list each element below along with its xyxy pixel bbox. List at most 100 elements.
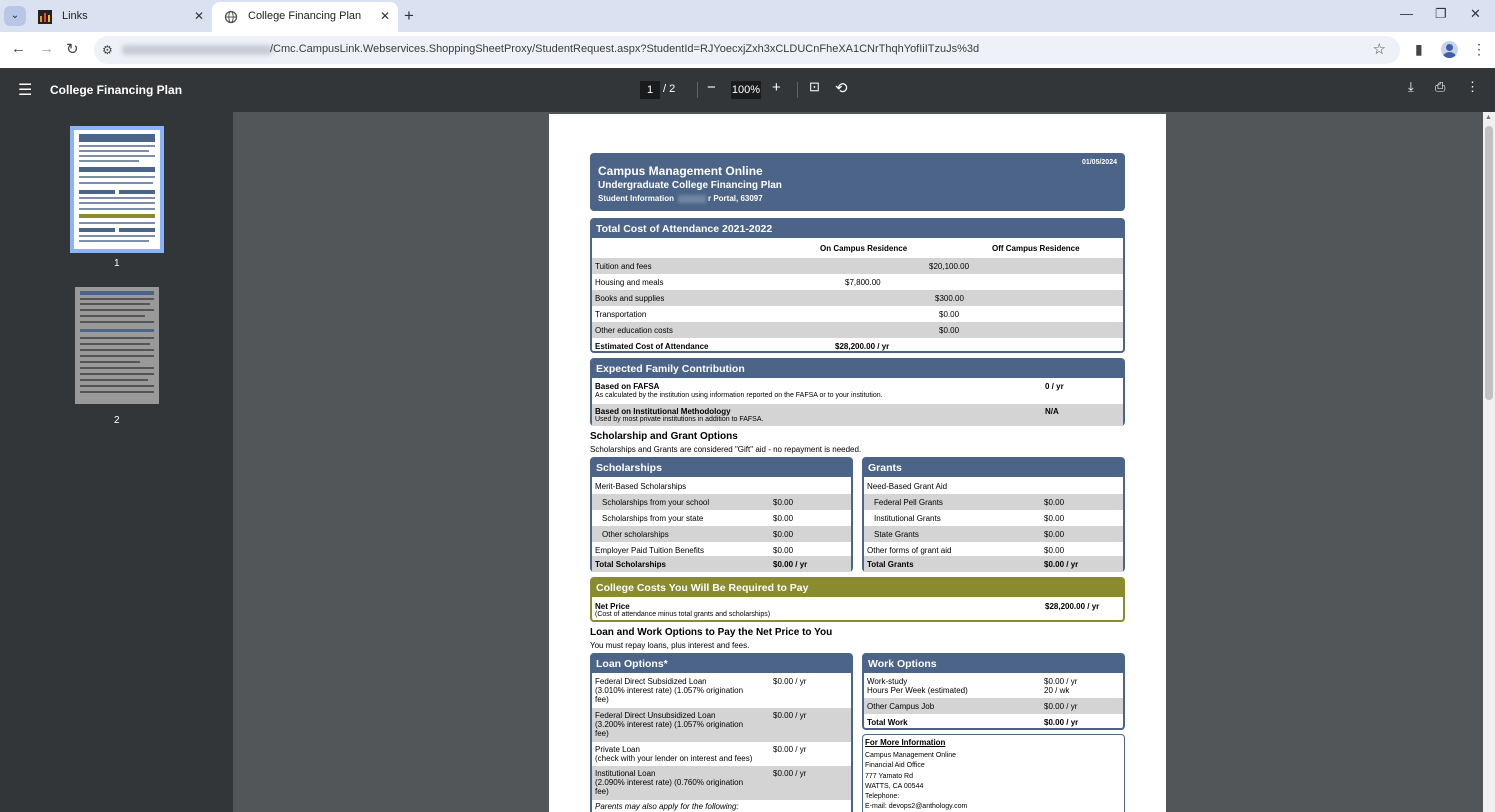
page-thumbnail-1[interactable]	[70, 126, 164, 253]
table-row: Institutional Grants $0.00	[874, 514, 1065, 523]
parents-note: Parents may also apply for the following…	[595, 802, 739, 811]
tab-label: Links	[62, 10, 88, 22]
zoom-input[interactable]: 100%	[731, 81, 761, 99]
table-row: Work-study $0.00 / yr Hours Per Week (est…	[867, 677, 1078, 695]
loan-options-section: Loan Options* Federal Direct Subsidized …	[590, 653, 853, 812]
table-row: Based on FAFSA As calculated by the inst…	[595, 382, 1064, 399]
profile-avatar-icon[interactable]	[1441, 41, 1458, 58]
section-subheading: Scholarships and Grants are considered "…	[590, 445, 862, 454]
table-row: Scholarships from your state $0.00	[602, 514, 794, 523]
bookmark-star-icon[interactable]: ☆	[1373, 40, 1386, 58]
table-row: Tuition and fees $20,100.00	[592, 258, 1123, 274]
section-title: College Costs You Will Be Required to Pa…	[592, 579, 1123, 597]
net-price-label: Net Price	[595, 602, 630, 611]
work-options-section: Work Options Work-study $0.00 / yr Hours …	[862, 653, 1125, 730]
page-total: / 2	[663, 83, 676, 95]
cost-of-attendance-section: Total Cost of Attendance 2021-2022 On Ca…	[590, 218, 1125, 353]
reload-icon[interactable]: ↻	[66, 40, 79, 58]
rotate-icon[interactable]: ⟲	[835, 79, 848, 97]
divider	[697, 82, 698, 98]
fit-page-icon[interactable]: ⊡	[809, 79, 820, 95]
tab-college-financing-plan[interactable]: College Financing Plan ✕	[212, 2, 398, 32]
thumbnail-label: 2	[114, 415, 120, 426]
student-info-prefix: Student Information	[598, 194, 674, 203]
column-header: On Campus Residence	[820, 244, 908, 253]
section-title: Total Cost of Attendance 2021-2022	[592, 220, 1123, 238]
zoom-out-icon[interactable]: −	[707, 79, 716, 96]
divider	[797, 82, 798, 98]
pdf-toolbar: ☰ College Financing Plan 1 / 2 − 100% + …	[0, 68, 1495, 112]
grants-section: Grants Need-Based Grant Aid Federal Pell…	[862, 457, 1125, 572]
more-options-icon[interactable]: ⋮	[1466, 79, 1479, 95]
loan-row: Private Loan (check with your lender on i…	[595, 745, 807, 763]
table-row: Need-Based Grant Aid	[867, 482, 948, 491]
tab-label: College Financing Plan	[248, 10, 362, 22]
table-row: Transportation $0.00	[595, 310, 960, 319]
efc-section: Expected Family Contribution Based on FA…	[590, 358, 1125, 426]
total-row: Total Grants $0.00 / yr	[864, 556, 1123, 572]
restore-icon[interactable]: ❐	[1435, 6, 1447, 22]
tab-links[interactable]: Links ✕	[26, 2, 212, 32]
section-subheading: You must repay loans, plus interest and …	[590, 641, 750, 650]
net-price-value: $28,200.00 / yr	[1045, 602, 1100, 611]
plan-title: Undergraduate College Financing Plan	[598, 180, 782, 191]
scrollbar[interactable]: ▲	[1483, 112, 1495, 812]
pdf-page-1: 01/05/2024 Campus Management Online Unde…	[549, 114, 1166, 812]
page-thumbnail-2[interactable]	[75, 287, 159, 404]
minimize-icon[interactable]: —	[1400, 6, 1413, 21]
pdf-title: College Financing Plan	[50, 83, 183, 97]
zoom-in-icon[interactable]: +	[772, 79, 781, 96]
section-title: Scholarships	[592, 459, 851, 477]
browser-toolbar: ← → ↻ ⚙ /Cmc.CampusLink.Webservices.Shop…	[0, 32, 1495, 68]
table-row: Other scholarships $0.00	[592, 526, 851, 542]
net-price-section: College Costs You Will Be Required to Pa…	[590, 577, 1125, 622]
download-icon[interactable]: ⤓	[1408, 79, 1414, 95]
close-tab-icon[interactable]: ✕	[194, 2, 204, 30]
total-row: Total Scholarships $0.00 / yr	[592, 556, 851, 572]
section-title: Work Options	[864, 655, 1123, 673]
student-info-suffix: r Portal, 63097	[708, 194, 763, 203]
section-heading: Loan and Work Options to Pay the Net Pri…	[590, 627, 833, 638]
browser-menu-icon[interactable]: ⋮	[1472, 41, 1486, 58]
section-title: Expected Family Contribution	[592, 360, 1123, 378]
loan-row: Federal Direct Subsidized Loan (3.010% in…	[595, 677, 807, 704]
site-info-icon[interactable]: ⚙	[102, 43, 113, 57]
hamburger-menu-icon[interactable]: ☰	[18, 80, 32, 100]
close-window-icon[interactable]: ✕	[1470, 6, 1481, 22]
table-row: Housing and meals $7,800.00	[595, 278, 881, 287]
section-heading: Scholarship and Grant Options	[590, 431, 738, 442]
more-info-section: For More Information Campus Management O…	[862, 734, 1125, 812]
table-row: Based on Institutional Methodology Used …	[592, 404, 1123, 426]
table-row: Federal Pell Grants $0.00	[864, 494, 1123, 510]
loan-row: Federal Direct Unsubsidized Loan (3.200% …	[592, 708, 851, 742]
globe-icon	[224, 10, 238, 24]
section-title: Loan Options*	[592, 655, 851, 673]
table-row: Scholarships from your school $0.00	[592, 494, 851, 510]
table-row: Books and supplies $300.00	[592, 290, 1123, 306]
close-tab-icon[interactable]: ✕	[380, 2, 390, 30]
table-row: Other Campus Job $0.00 / yr	[864, 698, 1123, 714]
table-row: Merit-Based Scholarships	[595, 482, 687, 491]
tab-strip: ⌄ Links ✕ College Financing Plan ✕ + — ❐…	[0, 0, 1495, 32]
forward-icon[interactable]: →	[39, 40, 54, 57]
side-panel-icon[interactable]: ▮	[1415, 41, 1423, 58]
table-row: Other education costs $0.00	[592, 322, 1123, 338]
chart-favicon-icon	[38, 10, 52, 24]
tab-search-button[interactable]: ⌄	[4, 6, 26, 26]
net-price-note: (Cost of attendance minus total grants a…	[595, 611, 771, 618]
loan-row: Institutional Loan (2.090% interest rate)…	[592, 766, 851, 800]
url-text: /Cmc.CampusLink.Webservices.ShoppingShee…	[270, 43, 980, 55]
new-tab-icon[interactable]: +	[404, 6, 414, 26]
school-name: Campus Management Online	[598, 164, 763, 178]
print-icon[interactable]: ⎙	[1435, 79, 1445, 95]
address-bar[interactable]: ⚙ /Cmc.CampusLink.Webservices.ShoppingSh…	[94, 36, 1400, 64]
scholarships-section: Scholarships Merit-Based Scholarships Sc…	[590, 457, 853, 572]
redacted-text	[678, 195, 706, 203]
total-row: Total Work $0.00 / yr	[867, 718, 1079, 727]
page-number-input[interactable]: 1	[640, 81, 660, 99]
total-row: Estimated Cost of Attendance $28,200.00 /…	[595, 342, 890, 351]
thumbnail-label: 1	[114, 258, 120, 269]
section-title: Grants	[864, 459, 1123, 477]
column-header: Off Campus Residence	[992, 244, 1080, 253]
back-icon[interactable]: ←	[11, 40, 26, 57]
